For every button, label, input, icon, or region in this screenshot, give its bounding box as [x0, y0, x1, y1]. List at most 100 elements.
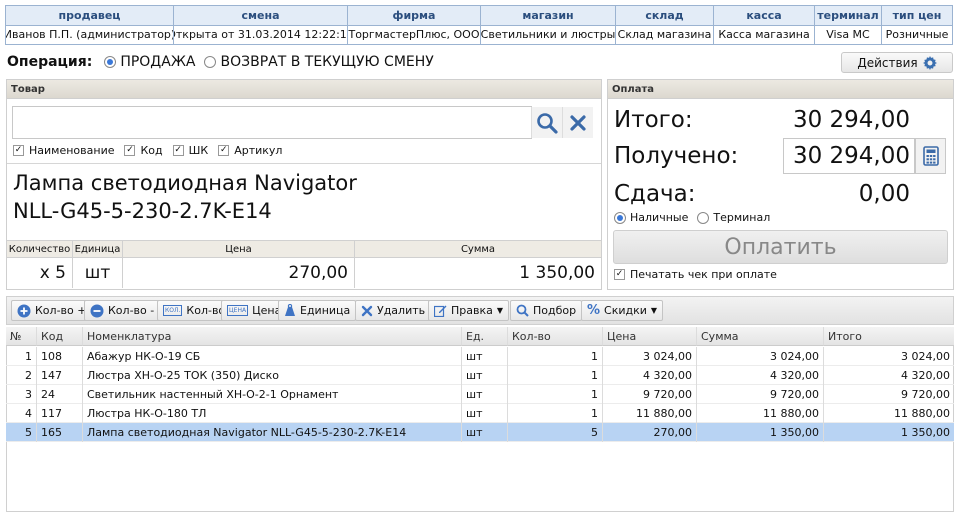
row-unit: шт: [462, 404, 508, 423]
col-total[interactable]: Итого: [824, 327, 954, 346]
chevron-down-icon: ▼: [496, 306, 504, 315]
discounts-label: Скидки: [604, 304, 647, 317]
row-number: 4: [6, 404, 37, 423]
cash-radio[interactable]: [614, 211, 626, 224]
qty-minus-label: Кол-во -: [108, 304, 155, 317]
pay-button[interactable]: Оплатить: [613, 230, 948, 264]
row-price: 4 320,00: [603, 366, 697, 385]
table-row[interactable]: 2 147 Люстра ХН-О-25 ТОК (350) Диско шт …: [6, 366, 954, 385]
row-code: 165: [37, 423, 83, 442]
search-by-code[interactable]: ✓ Код: [124, 144, 163, 157]
print-receipt-checkbox[interactable]: ✓: [614, 269, 625, 280]
row-total: 4 320,00: [901, 369, 950, 382]
delete-button[interactable]: Удалить: [355, 300, 432, 321]
search-by-name[interactable]: ✓ Наименование: [13, 144, 114, 157]
qty-plus-button[interactable]: Кол-во +: [11, 300, 93, 321]
row-unit: шт: [462, 423, 508, 442]
discounts-menu-button[interactable]: % Скидки ▼: [581, 300, 664, 321]
row-total: 9 720,00: [901, 388, 950, 401]
actions-button[interactable]: Действия: [841, 52, 953, 73]
select-button[interactable]: Подбор: [510, 300, 583, 321]
shift-value: Открыта от 31.03.2014 12:22:10: [174, 28, 347, 42]
goods-search-input[interactable]: [12, 106, 532, 139]
col-price[interactable]: Цена: [603, 327, 697, 346]
select-label: Подбор: [533, 304, 577, 317]
unit-header: Единица: [73, 240, 123, 258]
terminal-radio[interactable]: [697, 211, 710, 224]
payment-method: Наличные Терминал: [614, 211, 779, 224]
row-total: 1 350,00: [901, 426, 950, 439]
table-row[interactable]: 3 24 Светильник настенный ХН-О-2-1 Орнам…: [6, 385, 954, 404]
operation-sale-option[interactable]: ПРОДАЖА: [104, 54, 195, 70]
col-code[interactable]: Код: [37, 327, 83, 346]
col-qty[interactable]: Кол-во: [508, 327, 603, 346]
price-label: Цена: [252, 304, 282, 317]
company-value: ТоргмастерПлюс, ООО: [348, 28, 480, 42]
table-row-selected[interactable]: 5 165 Лампа светодиодная Navigator NLL-G…: [6, 423, 954, 442]
row-price: 270,00: [603, 423, 697, 442]
row-unit: шт: [462, 385, 508, 404]
row-number: 3: [6, 385, 37, 404]
checkbox-article[interactable]: ✓: [218, 145, 230, 156]
sum-value: 1 350,00: [519, 263, 595, 283]
table-header: № Код Номенклатура Ед. Кол-во Цена Сумма…: [6, 327, 954, 346]
total-label: Итого:: [614, 107, 693, 133]
qty-value[interactable]: x 5: [7, 258, 73, 288]
return-label: ВОЗВРАТ В ТЕКУЩУЮ СМЕНУ: [220, 54, 434, 70]
edit-menu-button[interactable]: Правка ▼: [428, 300, 510, 321]
row-sum: 4 320,00: [697, 366, 824, 385]
col-number[interactable]: №: [6, 327, 37, 346]
row-total: 3 024,00: [901, 350, 950, 363]
qty-minus-button[interactable]: Кол-во -: [84, 300, 161, 321]
warehouse-column: склад Склад магазина: [616, 6, 714, 44]
warehouse-label: склад: [616, 6, 713, 26]
sale-radio[interactable]: [104, 56, 117, 68]
sum-header: Сумма: [355, 240, 601, 258]
unit-button[interactable]: Единица: [278, 300, 357, 321]
search-by-barcode-label: ШК: [188, 144, 209, 157]
checkbox-code[interactable]: ✓: [124, 145, 136, 156]
row-code: 108: [37, 347, 83, 366]
shift-label: смена: [174, 6, 347, 26]
price-value[interactable]: 270,00: [123, 258, 355, 288]
col-nomenclature[interactable]: Номенклатура: [83, 327, 462, 346]
row-sum: 1 350,00: [697, 423, 824, 442]
col-unit[interactable]: Ед.: [462, 327, 508, 346]
row-sum: 9 720,00: [697, 385, 824, 404]
search-button[interactable]: [531, 107, 562, 138]
row-total: 11 880,00: [894, 407, 950, 420]
search-by-article[interactable]: ✓ Артикул: [218, 144, 282, 157]
edit-label: Правка: [451, 304, 493, 317]
current-item-name: Лампа светодиодная Navigator NLL-G45-5-2…: [13, 169, 593, 225]
table-row[interactable]: 4 117 Люстра НК-О-180 ТЛ шт 1 11 880,00 …: [6, 404, 954, 423]
terminal-option[interactable]: Терминал: [697, 211, 770, 224]
return-radio[interactable]: [204, 56, 217, 68]
row-code: 24: [37, 385, 83, 404]
unit-value[interactable]: шт: [73, 258, 123, 288]
table-row[interactable]: 1 108 Абажур НК-О-19 СБ шт 1 3 024,00 3 …: [6, 347, 954, 366]
operation-return-option[interactable]: ВОЗВРАТ В ТЕКУЩУЮ СМЕНУ: [204, 54, 434, 70]
sale-label: ПРОДАЖА: [120, 54, 196, 70]
clear-search-button[interactable]: [562, 107, 593, 138]
print-receipt-option[interactable]: ✓ Печатать чек при оплате: [614, 268, 777, 281]
checkbox-barcode[interactable]: ✓: [172, 145, 184, 156]
received-label: Получено:: [614, 143, 739, 169]
delete-label: Удалить: [377, 304, 426, 317]
checkbox-name[interactable]: ✓: [13, 145, 24, 156]
seller-label: продавец: [6, 6, 173, 26]
shop-label: магазин: [481, 6, 615, 26]
change-label: Сдача:: [614, 181, 696, 207]
search-by-article-label: Артикул: [234, 144, 283, 157]
gear-icon: [922, 55, 937, 70]
divider: [7, 163, 601, 164]
row-qty: 1: [508, 347, 603, 366]
price-header: Цена: [123, 240, 355, 258]
row-unit: шт: [462, 366, 508, 385]
warehouse-value: Склад магазина: [617, 28, 712, 42]
qty-label: Кол-во: [186, 304, 226, 317]
search-by-barcode[interactable]: ✓ ШК: [172, 144, 209, 157]
col-sum[interactable]: Сумма: [697, 327, 824, 346]
cash-option[interactable]: Наличные: [614, 211, 688, 224]
calculator-button[interactable]: [915, 138, 946, 174]
plus-circle-icon: [17, 304, 31, 318]
